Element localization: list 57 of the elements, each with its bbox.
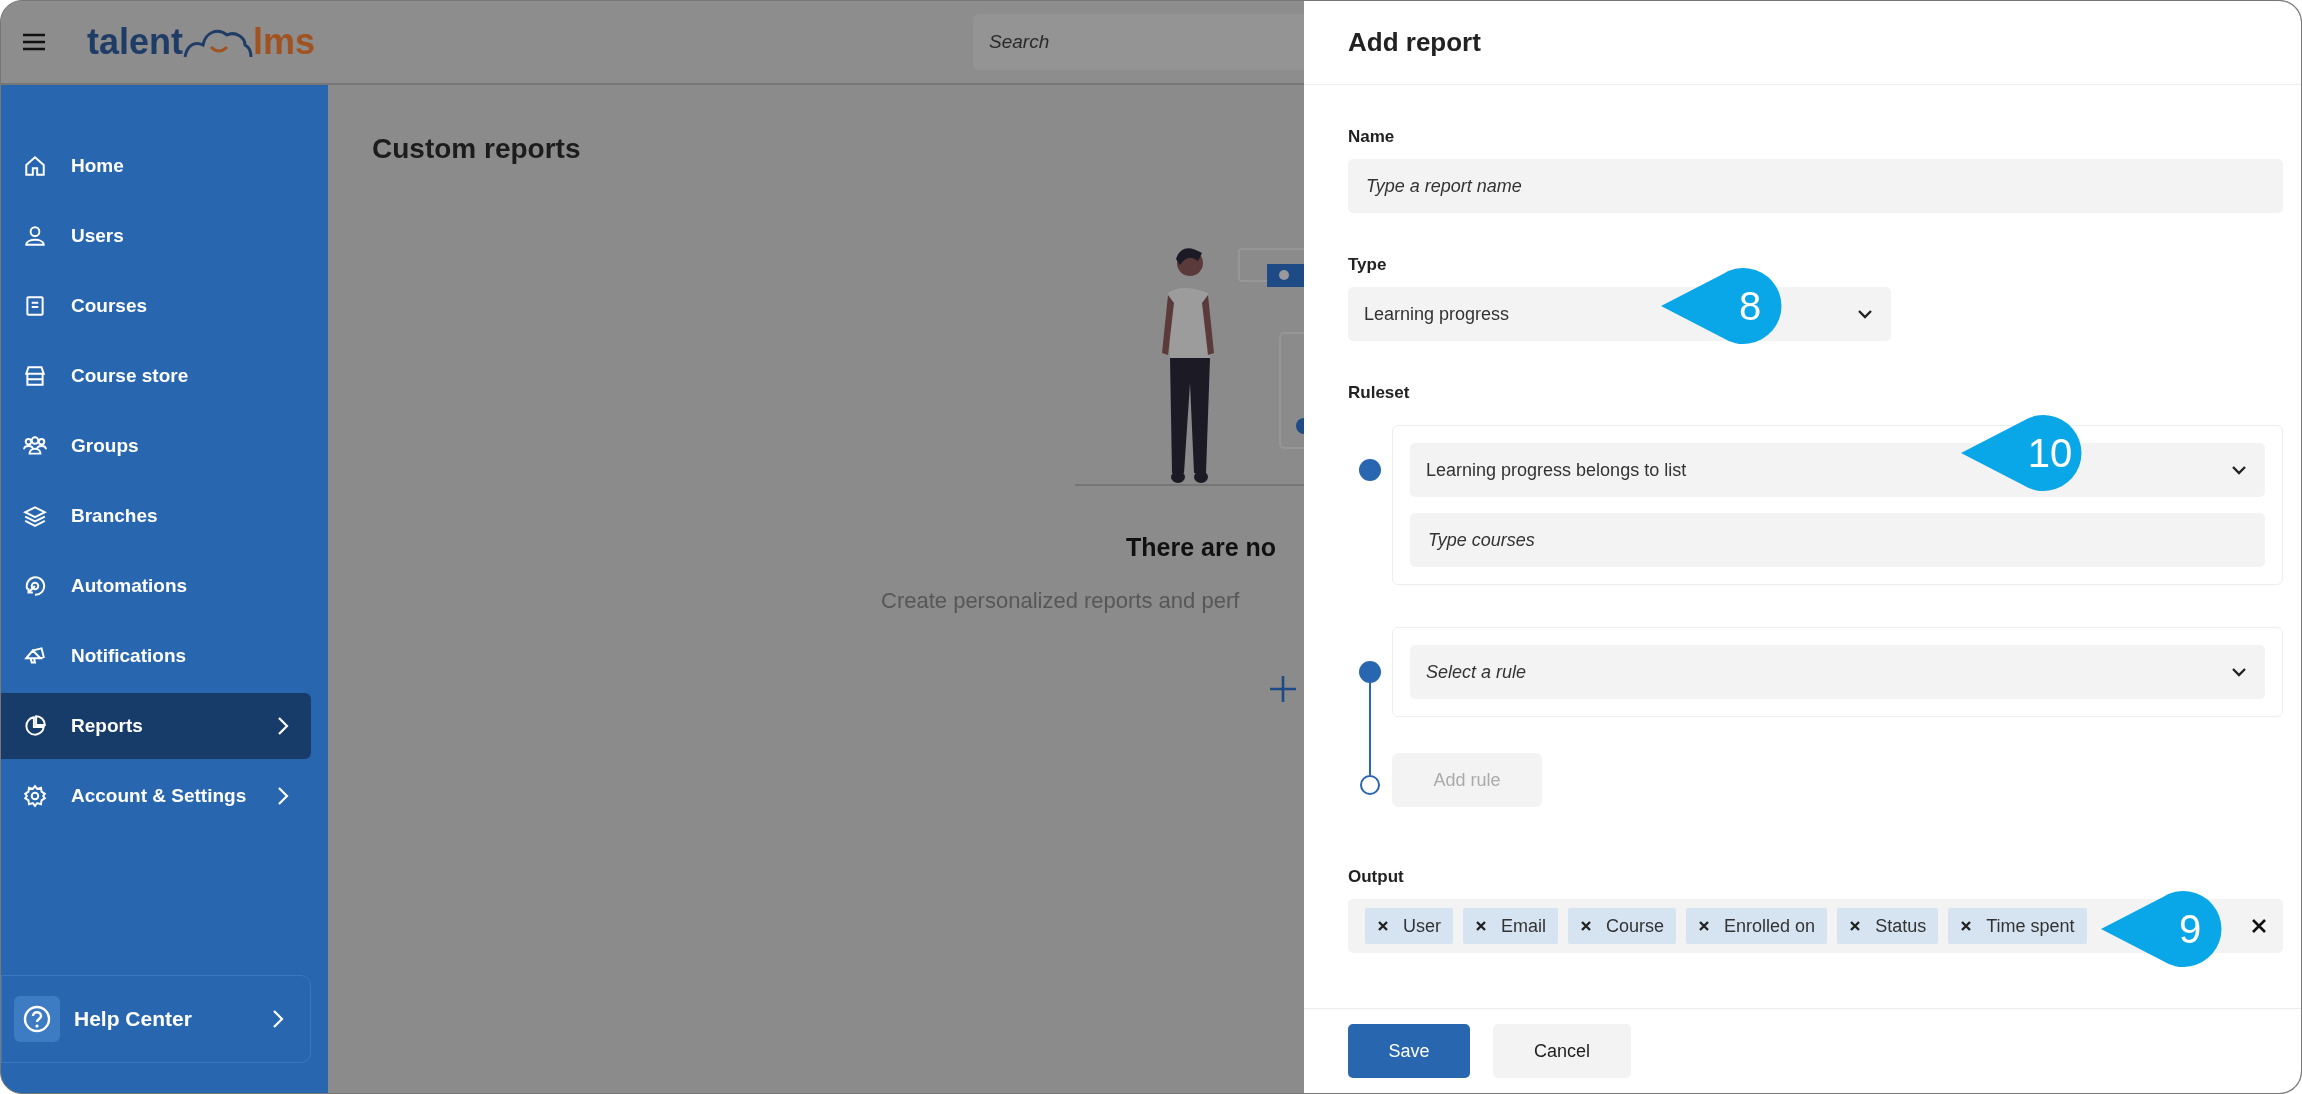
sidebar-item[interactable]: Groups [1,413,311,479]
chevron-right-icon [277,786,289,806]
sidebar-item[interactable]: Course store [1,343,311,409]
rule-dot [1359,459,1381,481]
rule-dropdown[interactable]: Select a rule [1410,645,2265,699]
plus-icon[interactable] [1268,674,1298,704]
sidebar-item[interactable]: Reports [1,693,311,759]
sidebar-item[interactable]: Home [1,133,311,199]
sidebar-icon [23,294,47,318]
help-center-button[interactable]: Help Center [1,975,311,1063]
tag-label: User [1403,915,1441,937]
sidebar-icon [23,714,47,738]
empty-state-heading: There are no [1126,533,1277,562]
chevron-right-icon [277,716,289,736]
sidebar-item[interactable]: Account & Settings [1,763,311,829]
sidebar-item[interactable]: Automations [1,553,311,619]
remove-icon[interactable] [1580,920,1593,932]
name-field[interactable]: Type a report name [1348,159,2283,213]
menu-icon[interactable] [21,32,47,52]
rule-input[interactable]: Type courses [1410,513,2265,567]
remove-icon[interactable] [1960,920,1973,932]
field-label: Ruleset [1348,383,1411,403]
sidebar-item[interactable]: Branches [1,483,311,549]
field-label: Name [1348,127,1396,147]
chevron-down-icon [1857,309,1873,319]
sidebar-item[interactable]: Notifications [1,623,311,689]
panel-title: Add report [1348,27,1481,58]
sidebar-icon [23,574,47,598]
chevron-right-icon [272,1009,284,1029]
tag-label: Status [1875,915,1927,937]
sidebar-item[interactable]: Users [1,203,311,269]
help-icon [22,1004,52,1034]
logo-text: lms [253,21,316,63]
tag-label: Enrolled on [1724,915,1816,937]
sidebar-icon [23,154,47,178]
cancel-button[interactable]: Cancel [1493,1024,1631,1078]
sidebar-icon [23,364,47,388]
tag-label: Course [1606,915,1665,937]
tag-label: Time spent [1986,915,2075,937]
close-icon[interactable] [2251,918,2267,934]
field-label: Output [1348,867,1405,887]
sidebar-item[interactable]: Courses [1,273,311,339]
remove-icon[interactable] [1849,920,1862,932]
save-button[interactable]: Save [1348,1024,1470,1078]
field-label: Type [1348,255,1388,275]
remove-icon[interactable] [1377,920,1389,932]
remove-icon[interactable] [1475,920,1487,932]
sidebar-icon [23,504,47,528]
sidebar-icon [23,224,47,248]
sidebar-icon [23,784,47,808]
remove-icon[interactable] [1698,920,1711,932]
sidebar-icon [23,434,47,458]
chevron-down-icon [2231,465,2247,475]
logo-text: talent [87,21,183,63]
page-title: Custom reports [372,133,581,165]
tag-label: Email [1501,915,1547,937]
chevron-down-icon [2231,667,2247,677]
